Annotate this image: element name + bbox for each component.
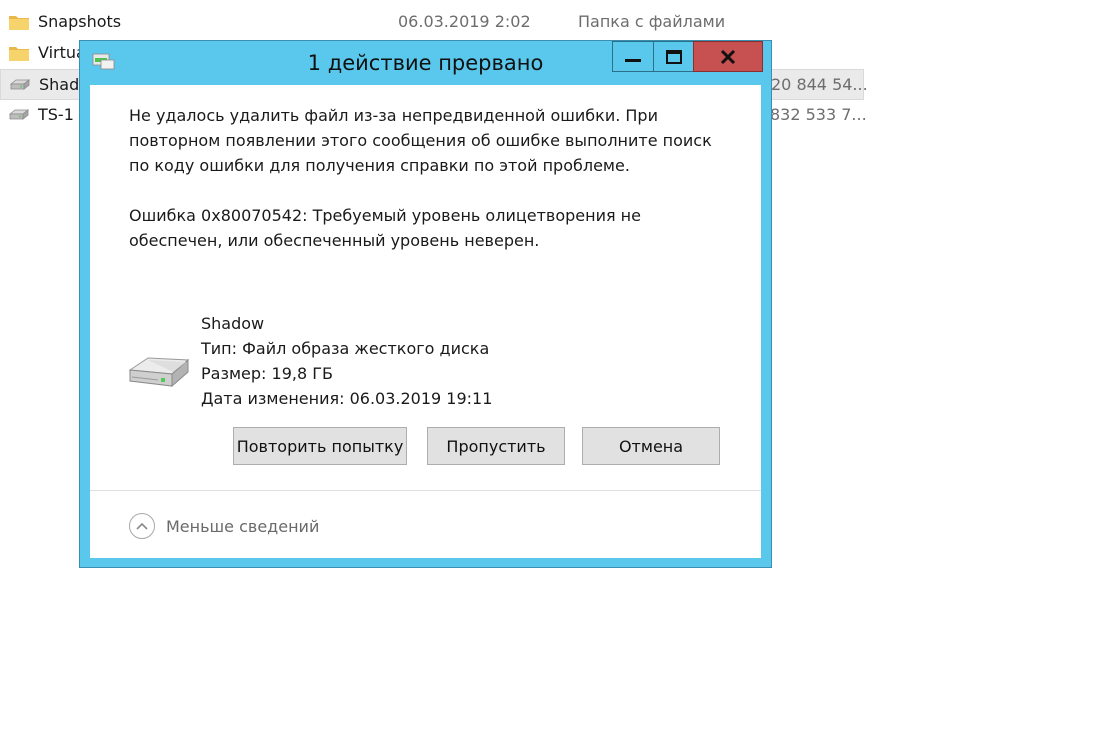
file-type: Папка с файлами — [578, 12, 726, 31]
less-details-label: Меньше сведений — [166, 516, 320, 536]
close-button[interactable] — [693, 41, 763, 72]
file-modified: Дата изменения: 06.03.2019 19:11 — [201, 389, 493, 408]
error-message: Не удалось удалить файл из-за непредвиде… — [129, 106, 712, 175]
file-name: Snapshots — [38, 12, 122, 31]
file-name: Shadow — [201, 314, 265, 333]
hard-disk-icon — [8, 109, 30, 120]
file-date: 06.03.2019 2:02 — [398, 12, 531, 31]
file-size: Размер: 19,8 ГБ — [201, 364, 333, 383]
maximize-icon — [665, 49, 682, 64]
maximize-button[interactable] — [653, 41, 694, 72]
divider — [90, 490, 761, 491]
close-icon — [720, 49, 736, 64]
less-details-toggle[interactable]: Меньше сведений — [129, 513, 319, 539]
interrupted-action-dialog: 1 действие прервано Не удалось удалить ф… — [79, 40, 772, 568]
error-code: Ошибка 0x80070542: Требуемый уровень оли… — [129, 206, 641, 250]
hard-disk-icon — [9, 79, 31, 90]
hard-disk-icon — [128, 357, 190, 388]
folder-icon — [9, 47, 29, 61]
retry-button[interactable]: Повторить попытку — [233, 427, 407, 465]
list-item[interactable]: Snapshots 06.03.2019 2:02 Папка с файлам… — [0, 7, 864, 38]
dialog-content: Не удалось удалить файл из-за непредвиде… — [90, 85, 761, 558]
file-type: Тип: Файл образа жесткого диска — [201, 339, 490, 358]
file-size: 20 844 54... — [771, 75, 868, 94]
file-size: 832 533 7... — [770, 105, 867, 124]
cancel-button[interactable]: Отмена — [582, 427, 720, 465]
skip-button[interactable]: Пропустить — [427, 427, 565, 465]
file-name: TS-1 — [38, 105, 74, 124]
folder-icon — [9, 16, 29, 30]
chevron-up-icon — [129, 513, 155, 539]
file-name: Shad — [39, 75, 80, 94]
minimize-button[interactable] — [612, 41, 654, 72]
file-info: Shadow Тип: Файл образа жесткого диска Р… — [201, 311, 492, 411]
minimize-icon — [625, 58, 641, 62]
